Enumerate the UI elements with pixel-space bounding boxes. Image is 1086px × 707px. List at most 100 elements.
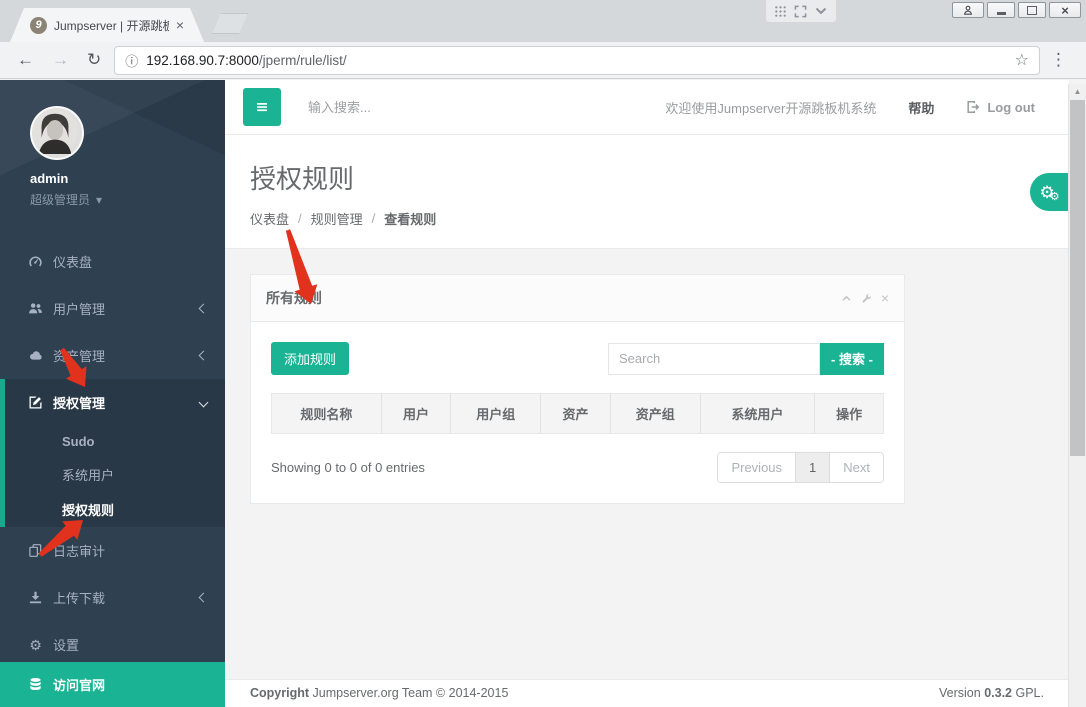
chevron-down-icon[interactable]	[814, 4, 828, 18]
avatar[interactable]	[30, 106, 84, 160]
sidebar-item-label: 设置	[53, 638, 80, 653]
person-icon	[963, 5, 973, 15]
copy-icon	[27, 543, 44, 558]
column-header[interactable]: 操作	[815, 394, 883, 433]
favicon-icon: 9	[30, 17, 47, 34]
rules-panel: 所有规则 × 添加规则 - 搜索 -	[250, 274, 905, 504]
sidebar-active-section: 授权管理 Sudo 系统用户 授权规则	[0, 379, 225, 527]
user-panel: admin 超级管理员 ▾	[0, 80, 225, 226]
sidebar-item-official-site[interactable]: 访问官网	[0, 662, 225, 707]
breadcrumb-separator: /	[371, 211, 376, 226]
username: admin	[30, 171, 69, 186]
column-header[interactable]: 资产组	[611, 394, 701, 433]
panel-title: 所有规则	[266, 290, 322, 306]
refresh-icon[interactable]: ↻	[78, 50, 110, 70]
sidebar-item-label: 授权管理	[53, 396, 106, 411]
maximize-button[interactable]	[1018, 2, 1046, 18]
breadcrumb-dashboard[interactable]: 仪表盘	[250, 209, 289, 228]
profile-button[interactable]	[952, 2, 984, 18]
logout-link[interactable]: Log out	[966, 100, 1035, 115]
fullscreen-icon[interactable]	[794, 5, 807, 18]
grid-icon[interactable]	[774, 5, 787, 18]
welcome-text: 欢迎使用Jumpserver开源跳板机系统	[665, 100, 877, 116]
download-icon	[27, 590, 44, 605]
close-window-button[interactable]: ×	[1049, 2, 1081, 18]
pagination-previous[interactable]: Previous	[718, 453, 797, 482]
sidebar-toggle-button[interactable]	[243, 88, 281, 126]
sidebar-item-label: 资产管理	[53, 349, 106, 364]
close-panel-icon[interactable]: ×	[881, 291, 889, 305]
chevron-left-icon	[198, 592, 209, 603]
copyright-text: Copyright Jumpserver.org Team © 2014-201…	[250, 686, 509, 700]
tab-title: Jumpserver | 开源跳板机	[54, 18, 169, 33]
topbar: 欢迎使用Jumpserver开源跳板机系统 帮助 Log out	[225, 80, 1069, 135]
sidebar-item-permission-management[interactable]: 授权管理	[5, 379, 225, 426]
panel-body: 添加规则 - 搜索 - 规则名称 用户 用户组 资产 资产组	[251, 322, 904, 503]
user-role-dropdown[interactable]: 超级管理员 ▾	[30, 191, 205, 208]
main-area: 欢迎使用Jumpserver开源跳板机系统 帮助 Log out 授权规则 仪表…	[225, 80, 1069, 707]
logout-label: Log out	[987, 99, 1035, 115]
panel-header: 所有规则 ×	[251, 275, 904, 322]
sidebar-subitem-system-users[interactable]: 系统用户	[5, 457, 225, 492]
page-title: 授权规则	[250, 164, 355, 194]
column-header[interactable]: 规则名称	[272, 394, 382, 433]
breadcrumb-separator: /	[298, 211, 302, 226]
help-link[interactable]: 帮助	[908, 98, 934, 117]
column-header[interactable]: 用户	[382, 394, 452, 433]
pagination: Previous 1 Next	[717, 452, 884, 483]
database-icon	[27, 677, 44, 692]
sidebar-item-settings[interactable]: ⚙ 设置	[0, 621, 225, 668]
sidebar-item-dashboard[interactable]: 仪表盘	[0, 238, 225, 285]
user-role-label: 超级管理员	[30, 193, 91, 207]
pagination-page-1[interactable]: 1	[796, 453, 831, 482]
version-text: Version 0.3.2 GPL.	[939, 686, 1044, 700]
rules-table-header: 规则名称 用户 用户组 资产 资产组 系统用户 操作	[271, 393, 884, 434]
sidebar-subitem-permission-rules[interactable]: 授权规则	[5, 492, 225, 527]
address-bar[interactable]: ⓘ 192.168.90.7:8000 /jperm/rule/list/ ☆	[114, 45, 1040, 75]
minimize-button[interactable]	[987, 2, 1015, 18]
sidebar-item-label: 上传下载	[53, 591, 106, 606]
panel-toolbar: 添加规则 - 搜索 -	[271, 342, 884, 375]
sidebar-item-asset-management[interactable]: 资产管理	[0, 332, 225, 379]
breadcrumb-rule-management: 规则管理	[310, 212, 363, 227]
chevron-left-icon	[198, 350, 209, 361]
sidebar-item-log-audit[interactable]: 日志审计	[0, 527, 225, 574]
theme-settings-button[interactable]: ⚙ ⚙	[1030, 173, 1069, 211]
column-header[interactable]: 用户组	[451, 394, 542, 433]
browser-tab-strip: 9 Jumpserver | 开源跳板机 × ×	[0, 0, 1086, 42]
sidebar-item-upload-download[interactable]: 上传下载	[0, 574, 225, 621]
table-search-input[interactable]	[608, 342, 820, 375]
minimize-icon	[996, 12, 1006, 15]
users-icon	[27, 301, 44, 316]
collapse-icon[interactable]	[841, 293, 852, 304]
wrench-icon[interactable]	[861, 293, 872, 304]
browser-tab[interactable]: 9 Jumpserver | 开源跳板机 ×	[10, 8, 204, 42]
sidebar-nav: 仪表盘 用户管理 资产管理 授权管理 Sudo 系统用户 授权规则 日志审计 上…	[0, 238, 225, 668]
global-search-input[interactable]	[306, 98, 530, 116]
bookmark-star-icon[interactable]: ☆	[1015, 50, 1029, 70]
scrollbar[interactable]: ▲	[1068, 84, 1086, 707]
search-button[interactable]: - 搜索 -	[820, 342, 884, 375]
add-rule-button[interactable]: 添加规则	[271, 342, 350, 375]
page-heading: 授权规则 仪表盘 / 规则管理 / 查看规则	[225, 135, 1069, 248]
scrollbar-thumb[interactable]	[1070, 100, 1085, 456]
scroll-up-icon[interactable]: ▲	[1069, 84, 1086, 99]
column-header[interactable]: 系统用户	[701, 394, 816, 433]
sidebar-item-user-management[interactable]: 用户管理	[0, 285, 225, 332]
forward-icon[interactable]: →	[43, 50, 78, 70]
back-icon[interactable]: ←	[8, 50, 43, 70]
breadcrumb: 仪表盘 / 规则管理 / 查看规则	[250, 209, 1069, 228]
sidebar-subitem-sudo[interactable]: Sudo	[5, 426, 225, 457]
content-area: 所有规则 × 添加规则 - 搜索 -	[225, 248, 1069, 679]
maximize-icon	[1027, 5, 1037, 15]
sidebar-item-label: 用户管理	[53, 302, 106, 317]
url-path: /jperm/rule/list/	[258, 52, 347, 68]
remote-viewer-toolbar	[766, 0, 836, 22]
new-tab-button[interactable]	[212, 13, 248, 34]
sidebar: admin 超级管理员 ▾ 仪表盘 用户管理 资产管理 授权管理 Sudo 系统…	[0, 80, 225, 707]
browser-menu-icon[interactable]: ⋮	[1040, 50, 1078, 70]
tab-close-icon[interactable]: ×	[176, 18, 184, 32]
page-info-icon[interactable]: ⓘ	[125, 51, 138, 70]
pagination-next[interactable]: Next	[830, 453, 883, 482]
column-header[interactable]: 资产	[541, 394, 611, 433]
